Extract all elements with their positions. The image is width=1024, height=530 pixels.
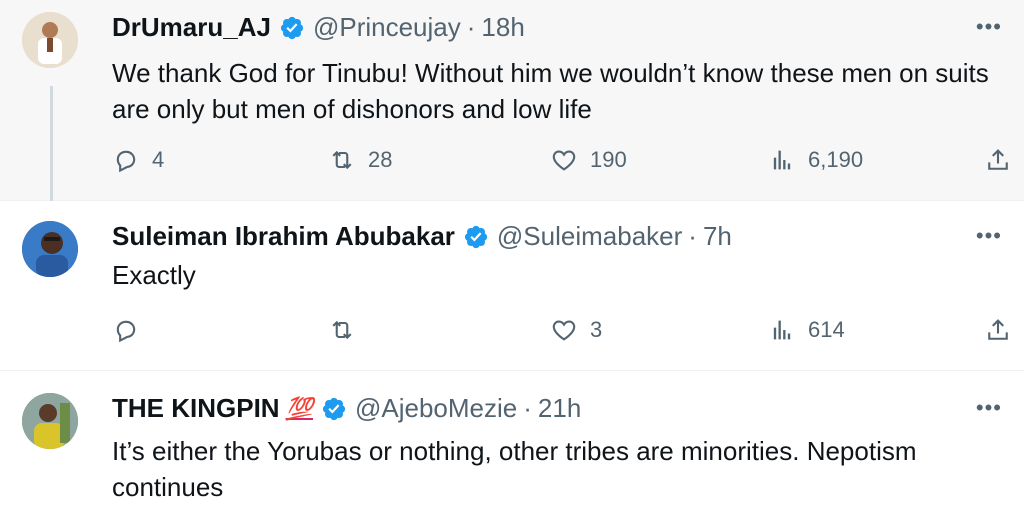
- user-handle[interactable]: @Princeujay: [313, 12, 461, 43]
- like-button[interactable]: 190: [550, 146, 627, 174]
- like-button[interactable]: 3: [550, 316, 602, 344]
- separator-dot: ·: [688, 221, 697, 251]
- avatar[interactable]: [22, 12, 78, 68]
- reply-button[interactable]: [112, 316, 152, 344]
- tweet-text: We thank God for Tinubu! Without him we …: [112, 58, 989, 124]
- timestamp[interactable]: 7h: [703, 221, 732, 252]
- view-count: 614: [808, 317, 845, 342]
- heart-icon: [552, 320, 576, 341]
- timestamp[interactable]: 18h: [481, 12, 524, 43]
- like-count: 3: [590, 317, 603, 342]
- tweet-1[interactable]: DrUmaru_AJ @Princeujay · 18h ••• We than…: [0, 0, 1024, 201]
- share-button[interactable]: [984, 146, 1012, 174]
- tweet-header: THE KINGPIN 💯 @AjeboMezie · 21h: [112, 393, 581, 424]
- verified-badge-icon: [280, 16, 304, 39]
- user-handle[interactable]: @AjeboMezie: [355, 393, 517, 424]
- more-options-icon[interactable]: •••: [976, 395, 1002, 421]
- tweet-header: DrUmaru_AJ @Princeujay · 18h: [112, 12, 525, 43]
- analytics-icon: [773, 150, 791, 170]
- separator-dot: ·: [523, 393, 532, 423]
- view-count: 6,190: [808, 147, 864, 172]
- tweet-2[interactable]: Suleiman Ibrahim Abubakar @Suleimabaker …: [0, 201, 1024, 371]
- thread-connector-line: [50, 86, 53, 201]
- views-button[interactable]: 614: [768, 316, 845, 344]
- tweet-actions: 4 28 190 6,190: [112, 146, 1024, 176]
- display-name[interactable]: Suleiman Ibrahim Abubakar: [112, 221, 455, 252]
- reply-icon: [116, 320, 136, 343]
- tweet-text: Exactly: [112, 260, 196, 290]
- retweet-button[interactable]: [328, 316, 368, 344]
- heart-icon: [552, 150, 576, 171]
- share-button[interactable]: [984, 316, 1012, 344]
- analytics-icon: [773, 320, 791, 340]
- hundred-points-emoji: 💯: [285, 395, 313, 421]
- tweet-header: Suleiman Ibrahim Abubakar @Suleimabaker …: [112, 221, 732, 252]
- share-icon: [988, 149, 1008, 170]
- separator-dot: ·: [466, 12, 476, 42]
- retweet-icon: [332, 320, 352, 340]
- user-handle[interactable]: @Suleimabaker: [497, 221, 682, 252]
- more-options-icon[interactable]: •••: [976, 223, 1002, 249]
- more-options-icon[interactable]: •••: [976, 14, 1002, 40]
- verified-badge-icon: [322, 397, 346, 420]
- display-name[interactable]: THE KINGPIN: [112, 393, 280, 424]
- tweet-text: It’s either the Yorubas or nothing, othe…: [112, 436, 917, 502]
- tweet-3[interactable]: THE KINGPIN 💯 @AjeboMezie · 21h ••• It’s…: [0, 371, 1024, 530]
- tweet-actions: 3 614: [112, 316, 1024, 346]
- reply-button[interactable]: 4: [112, 146, 164, 174]
- share-icon: [988, 319, 1008, 340]
- views-button[interactable]: 6,190: [768, 146, 863, 174]
- timestamp[interactable]: 21h: [538, 393, 581, 424]
- avatar[interactable]: [22, 393, 78, 449]
- reply-count: 4: [152, 147, 165, 172]
- display-name[interactable]: DrUmaru_AJ: [112, 12, 271, 43]
- reply-icon: [116, 150, 136, 173]
- retweet-button[interactable]: 28: [328, 146, 392, 174]
- like-count: 190: [590, 147, 627, 172]
- verified-badge-icon: [464, 225, 488, 248]
- avatar[interactable]: [22, 221, 78, 277]
- retweet-icon: [332, 150, 352, 170]
- retweet-count: 28: [368, 147, 393, 172]
